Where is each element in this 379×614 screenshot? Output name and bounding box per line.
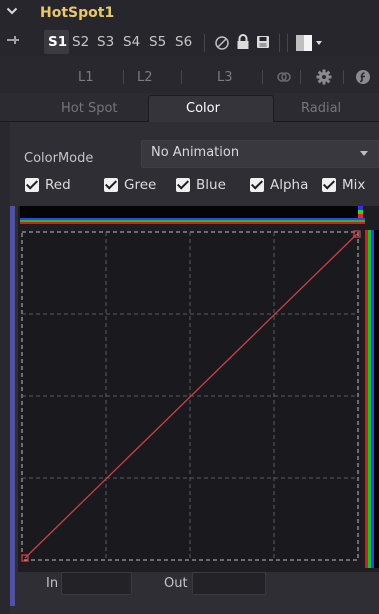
- separator: [343, 70, 344, 84]
- separator: [181, 70, 182, 84]
- separator: [262, 70, 263, 84]
- layer-tab-l3[interactable]: L3: [217, 70, 233, 85]
- checkbox-alpha[interactable]: Alpha: [250, 177, 312, 196]
- checkbox-red[interactable]: Red: [25, 177, 85, 196]
- out-input[interactable]: [192, 572, 266, 595]
- tab-radial[interactable]: Radial: [301, 101, 341, 116]
- dropdown-caret-icon[interactable]: [316, 41, 322, 45]
- in-label: In: [46, 576, 59, 591]
- version-button-s1[interactable]: S1: [48, 34, 67, 50]
- version-button-s6[interactable]: S6: [175, 34, 192, 50]
- version-button-s3[interactable]: S3: [97, 34, 114, 50]
- checkbox-mix[interactable]: Mix: [322, 177, 379, 196]
- chevron-down-icon[interactable]: [6, 5, 20, 19]
- curve-graph[interactable]: [18, 206, 379, 572]
- checkbox-check-icon: [25, 178, 39, 192]
- version-button-s2[interactable]: S2: [72, 34, 89, 50]
- chevron-down-icon: [360, 151, 368, 156]
- separator: [279, 34, 280, 52]
- pin-icon[interactable]: [6, 34, 20, 49]
- curve-editor[interactable]: [18, 206, 379, 572]
- separator: [300, 70, 301, 84]
- separator: [123, 70, 124, 84]
- node-title[interactable]: HotSpot1: [40, 5, 114, 21]
- tab-color[interactable]: Color: [186, 101, 220, 116]
- color-swatch-icon[interactable]: [296, 35, 312, 51]
- input-gradient-bar: [20, 206, 363, 218]
- save-icon[interactable]: [256, 35, 270, 53]
- disable-icon[interactable]: [214, 35, 230, 55]
- checkbox-check-icon: [250, 178, 264, 192]
- checkbox-blue[interactable]: Blue: [176, 177, 236, 196]
- checkbox-label: Gree: [124, 177, 157, 193]
- in-input[interactable]: [61, 572, 132, 595]
- checkbox-label: Mix: [342, 177, 366, 193]
- version-button-s4[interactable]: S4: [123, 34, 140, 50]
- lock-icon[interactable]: [236, 34, 250, 54]
- layer-tab-l2[interactable]: L2: [137, 70, 153, 85]
- color-mode-label: ColorMode: [24, 151, 94, 166]
- checkbox-green[interactable]: Gree: [104, 177, 170, 196]
- layer-tab-l1[interactable]: L1: [78, 70, 94, 85]
- checkbox-label: Alpha: [270, 177, 309, 193]
- link-icon[interactable]: [276, 69, 292, 89]
- version-button-s5[interactable]: S5: [149, 34, 166, 50]
- checkbox-check-icon: [176, 178, 190, 192]
- out-label: Out: [164, 576, 188, 591]
- checkbox-check-icon: [104, 178, 118, 192]
- color-mode-value: No Animation: [151, 145, 240, 160]
- selection-indicator: [10, 206, 15, 606]
- script-icon[interactable]: [355, 69, 371, 89]
- checkbox-check-icon: [322, 178, 336, 192]
- gear-icon[interactable]: [315, 68, 333, 90]
- separator: [287, 34, 288, 52]
- separator: [204, 34, 205, 52]
- checkbox-label: Red: [45, 177, 71, 193]
- tab-hot-spot[interactable]: Hot Spot: [61, 101, 118, 116]
- output-gradient-bar: [365, 230, 368, 568]
- checkbox-label: Blue: [196, 177, 226, 193]
